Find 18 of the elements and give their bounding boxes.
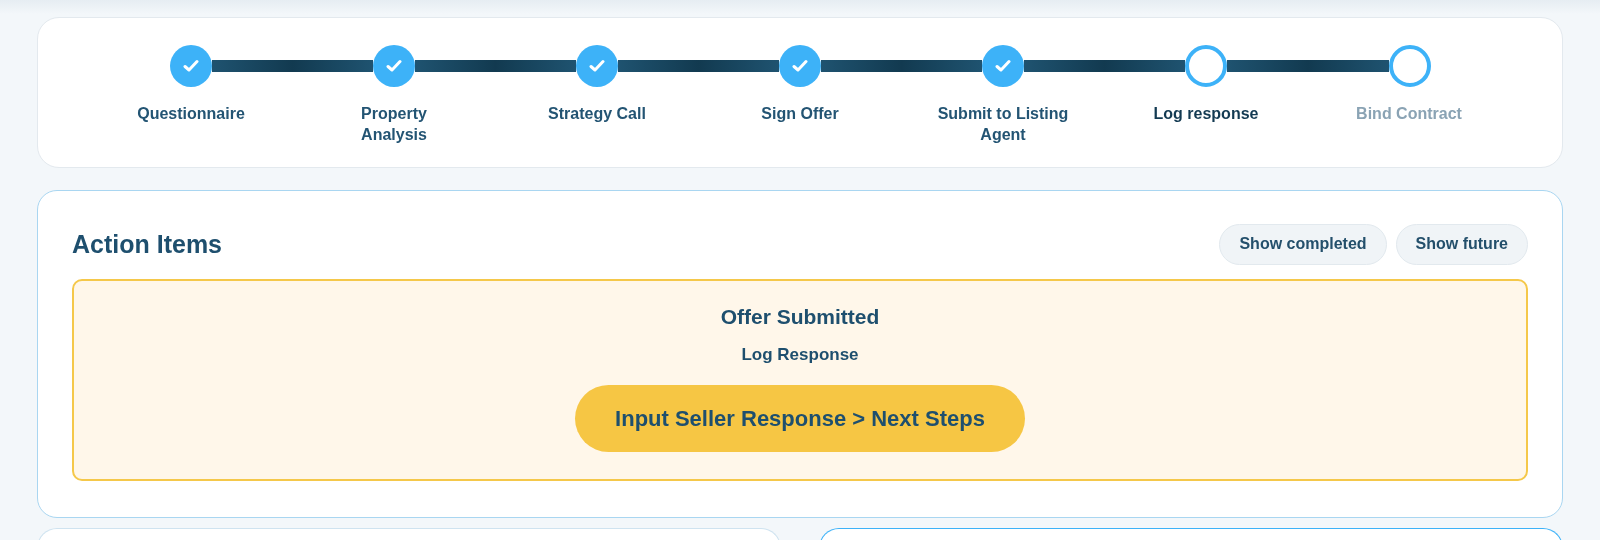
item-subheading: Log Response xyxy=(741,345,859,365)
section-title: Action Items xyxy=(72,229,223,259)
step-label: Log response xyxy=(1153,104,1259,124)
action-button[interactable]: Input Seller Response > Next Steps xyxy=(575,385,1025,452)
step-label: Strategy Call xyxy=(548,104,646,124)
checkmark-icon xyxy=(995,59,1012,73)
checkmark-icon xyxy=(588,59,605,73)
filter-button[interactable]: Show completed xyxy=(1219,223,1387,265)
step-label: Bind Contract xyxy=(1356,104,1462,124)
filter-button[interactable]: Show future xyxy=(1395,223,1528,265)
checkmark-icon xyxy=(385,59,402,73)
step-label: Property Analysis xyxy=(360,104,428,145)
item-heading: Offer Submitted xyxy=(720,305,880,329)
step-label: Sign Offer xyxy=(761,104,839,124)
checkmark-icon xyxy=(792,59,808,73)
step-label: Submit to Listing Agent xyxy=(936,104,1070,145)
step-label: Questionnaire xyxy=(137,104,245,124)
checkmark-icon xyxy=(182,59,199,73)
